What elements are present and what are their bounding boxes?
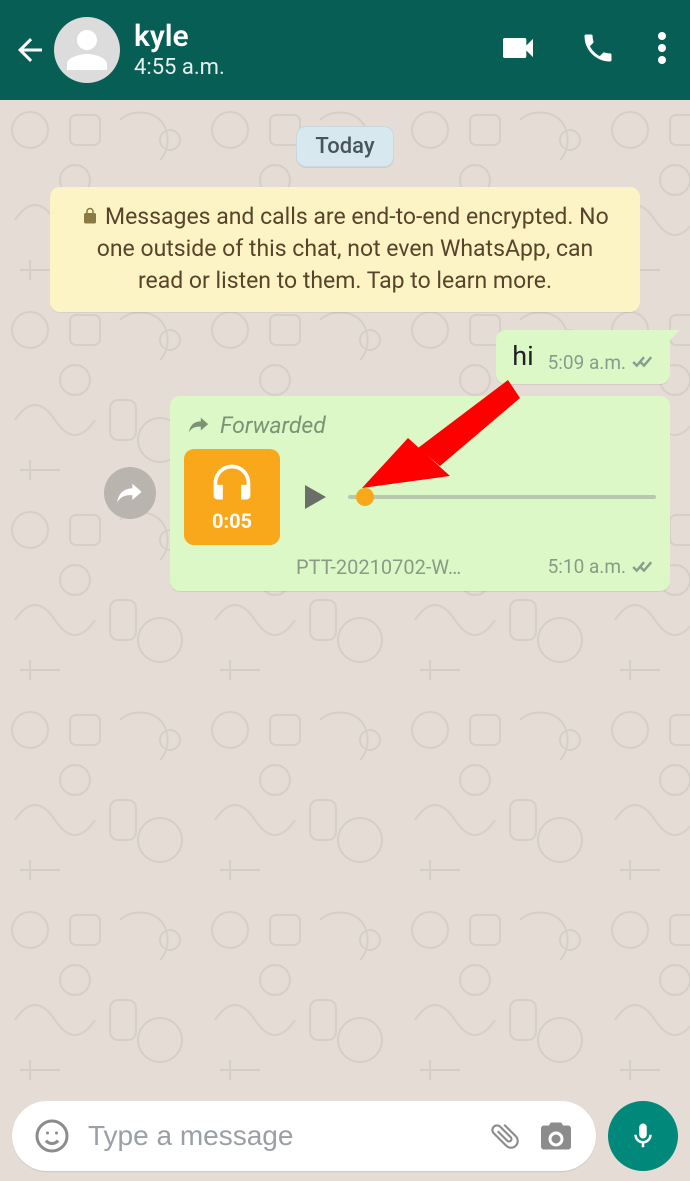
camera-icon xyxy=(538,1118,574,1154)
date-pill: Today xyxy=(296,126,393,167)
encryption-text: Messages and calls are end-to-end encryp… xyxy=(97,203,609,294)
attach-icon xyxy=(481,1112,529,1160)
message-time: 5:10 a.m. xyxy=(548,555,626,578)
progress-thumb[interactable] xyxy=(356,488,374,506)
message-input[interactable] xyxy=(88,1120,480,1152)
forward-button[interactable] xyxy=(104,467,156,519)
camera-button[interactable] xyxy=(538,1118,574,1154)
last-seen: 4:55 a.m. xyxy=(134,55,498,80)
forwarded-label: Forwarded xyxy=(188,412,656,439)
more-menu-button[interactable] xyxy=(658,31,666,69)
contact-info[interactable]: kyle 4:55 a.m. xyxy=(134,20,498,80)
forward-arrow-icon xyxy=(116,479,144,507)
audio-message-bubble[interactable]: Forwarded 0:05 PTT-20210702-W… xyxy=(170,396,670,591)
encryption-banner[interactable]: Messages and calls are end-to-end encryp… xyxy=(50,187,640,312)
lock-icon xyxy=(81,207,99,225)
forwarded-text: Forwarded xyxy=(220,412,326,439)
back-button[interactable] xyxy=(12,32,48,68)
mic-button[interactable] xyxy=(608,1101,678,1171)
message-time: 5:09 a.m. xyxy=(548,351,626,374)
chat-area: Today Messages and calls are end-to-end … xyxy=(0,100,690,1091)
contact-name: kyle xyxy=(134,20,498,53)
forwarded-icon xyxy=(188,414,210,436)
message-row: hi 5:09 a.m. xyxy=(20,330,670,384)
play-button[interactable] xyxy=(296,479,332,515)
emoji-button[interactable] xyxy=(34,1118,70,1154)
message-input-bar xyxy=(0,1091,690,1181)
avatar[interactable] xyxy=(54,17,120,83)
message-row: Forwarded 0:05 PTT-20210702-W… xyxy=(20,396,670,591)
audio-thumbnail: 0:05 xyxy=(184,449,280,545)
voice-call-button[interactable] xyxy=(580,30,616,70)
chat-header: kyle 4:55 a.m. xyxy=(0,0,690,100)
double-check-icon xyxy=(632,354,656,370)
audio-filename: PTT-20210702-W… xyxy=(296,555,461,579)
headphones-icon xyxy=(210,461,254,505)
double-check-icon xyxy=(632,559,656,575)
attach-button[interactable] xyxy=(488,1119,522,1153)
message-text: hi xyxy=(512,340,533,372)
mic-icon xyxy=(628,1121,658,1151)
audio-progress-slider[interactable] xyxy=(348,495,656,499)
audio-duration: 0:05 xyxy=(212,509,252,533)
video-call-button[interactable] xyxy=(498,28,538,72)
emoji-icon xyxy=(34,1118,70,1154)
play-icon xyxy=(296,479,332,515)
message-bubble-outgoing[interactable]: hi 5:09 a.m. xyxy=(496,330,670,384)
input-pill xyxy=(12,1101,596,1171)
